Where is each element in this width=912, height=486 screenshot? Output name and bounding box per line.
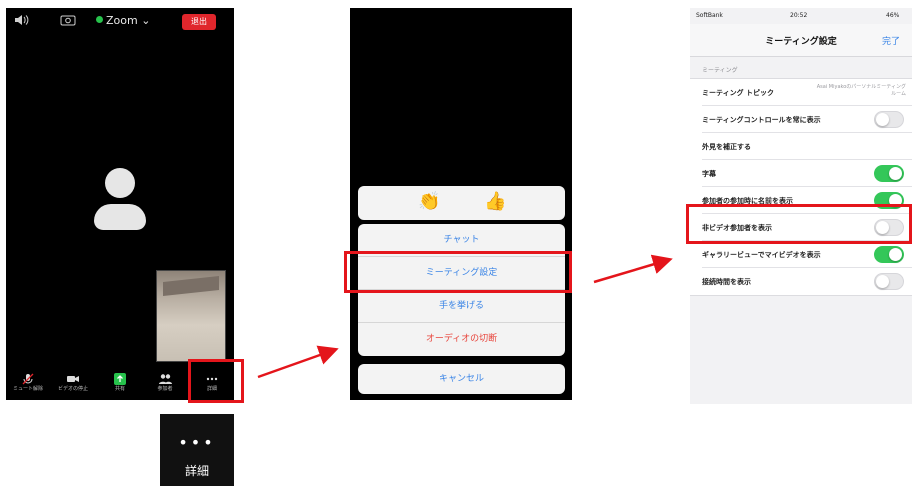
arrow-to-settings	[593, 254, 673, 284]
arrow-to-action-sheet	[257, 345, 339, 379]
flow-arrows	[257, 254, 673, 379]
